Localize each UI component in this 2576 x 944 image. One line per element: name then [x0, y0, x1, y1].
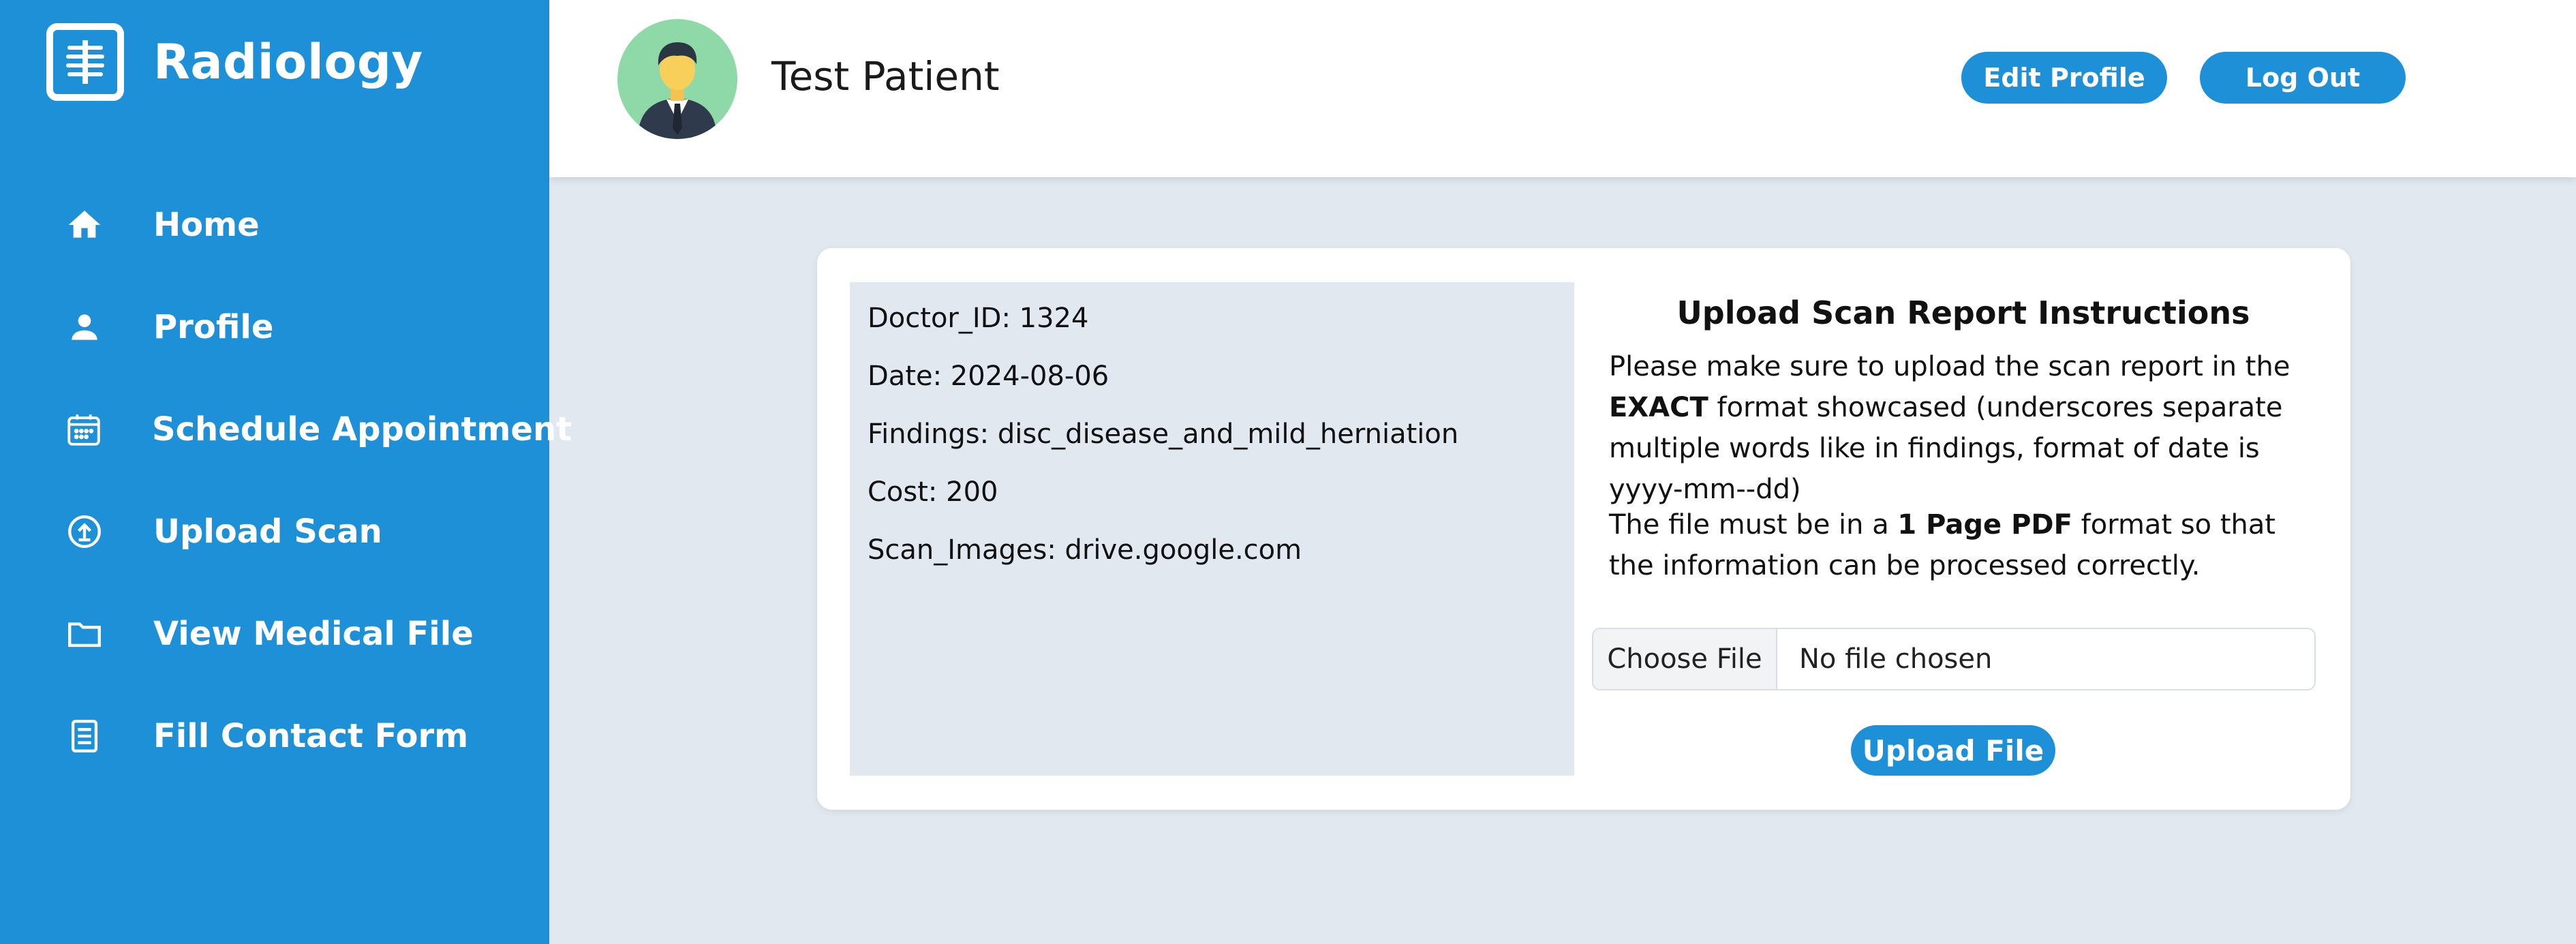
- sidebar-item-label: Upload Scan: [153, 513, 382, 551]
- sidebar-nav: Home Profile Schedule Appointment Upload…: [0, 174, 572, 787]
- logout-button[interactable]: Log Out: [2200, 52, 2406, 104]
- sidebar-item-label: Fill Contact Form: [153, 717, 469, 755]
- sidebar-item-label: Home: [153, 206, 260, 244]
- form-icon: [64, 716, 105, 757]
- top-header: Test Patient Edit Profile Log Out: [549, 0, 2576, 177]
- brand[interactable]: Radiology: [46, 23, 423, 101]
- choose-file-button[interactable]: Choose File: [1593, 629, 1777, 689]
- instructions-paragraph-1: Please make sure to upload the scan repo…: [1609, 346, 2318, 510]
- instructions-title: Upload Scan Report Instructions: [1676, 294, 2250, 331]
- sidebar-item-view-medical-file[interactable]: View Medical File: [0, 583, 549, 685]
- doctor-id-text: Doctor_ID: 1324: [868, 303, 1089, 334]
- sidebar-item-label: Profile: [153, 308, 274, 346]
- edit-profile-button[interactable]: Edit Profile: [1961, 52, 2167, 104]
- file-status-text: No file chosen: [1799, 643, 1993, 675]
- upload-file-button[interactable]: Upload File: [1851, 725, 2055, 776]
- date-text: Date: 2024-08-06: [868, 361, 1109, 392]
- person-icon: [64, 307, 105, 348]
- instructions-paragraph-2: The file must be in a 1 Page PDF format …: [1609, 504, 2318, 586]
- upload-circle-icon: [64, 511, 105, 552]
- sidebar-item-label: Schedule Appointment: [152, 410, 572, 448]
- xray-ribcage-icon: [46, 23, 124, 101]
- sidebar: Radiology Home Profile Schedule Appointm…: [0, 0, 572, 944]
- sidebar-item-schedule-appointment[interactable]: Schedule Appointment: [0, 378, 572, 481]
- sidebar-item-profile[interactable]: Profile: [0, 276, 549, 378]
- instructions-text: Please make sure to upload the scan repo…: [1609, 351, 2290, 382]
- calendar-icon: [64, 409, 104, 450]
- upload-card: Doctor_ID: 1324 Date: 2024-08-06 Finding…: [817, 248, 2350, 810]
- sidebar-item-label: View Medical File: [153, 615, 474, 653]
- instructions-bold-text: EXACT: [1609, 392, 1708, 423]
- sidebar-item-upload-scan[interactable]: Upload Scan: [0, 481, 549, 583]
- findings-text: Findings: disc_disease_and_mild_herniati…: [868, 418, 1459, 450]
- cost-text: Cost: 200: [868, 476, 998, 508]
- sidebar-item-fill-contact-form[interactable]: Fill Contact Form: [0, 685, 549, 787]
- instructions-text: format showcased (underscores separate m…: [1609, 392, 2283, 505]
- folder-icon: [64, 613, 105, 654]
- scan-info-panel: Doctor_ID: 1324 Date: 2024-08-06 Finding…: [850, 282, 1574, 776]
- instructions-text: The file must be in a: [1609, 509, 1898, 540]
- file-input[interactable]: Choose File No file chosen: [1592, 628, 2316, 690]
- sidebar-item-home[interactable]: Home: [0, 174, 549, 276]
- home-icon: [64, 204, 105, 245]
- user-avatar-icon[interactable]: [617, 19, 737, 139]
- instructions-bold-text: 1 Page PDF: [1897, 509, 2072, 540]
- brand-title: Radiology: [153, 34, 423, 90]
- user-name: Test Patient: [771, 53, 1000, 100]
- scan-images-text: Scan_Images: drive.google.com: [868, 534, 1302, 566]
- instructions-panel: Upload Scan Report Instructions Please m…: [1609, 282, 2318, 581]
